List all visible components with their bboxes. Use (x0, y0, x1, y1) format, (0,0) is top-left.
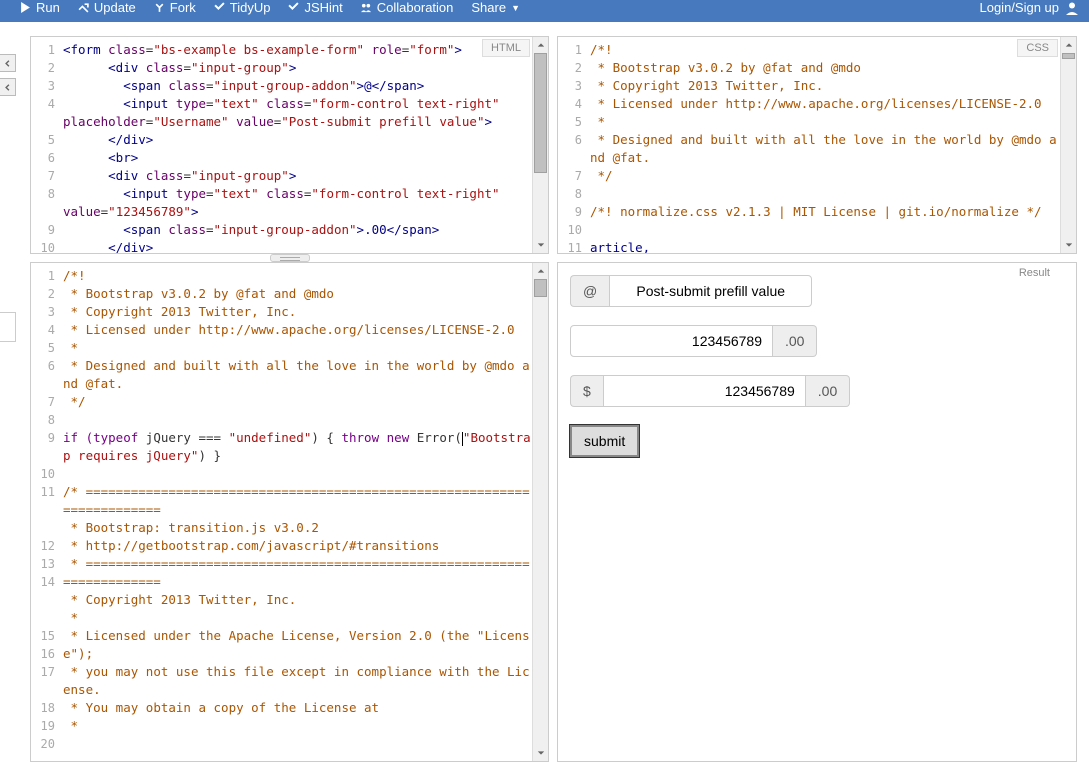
amount-input-1[interactable] (570, 325, 773, 357)
cents-addon-2: .00 (806, 375, 850, 407)
chevron-down-icon: ▼ (511, 3, 520, 13)
cents-addon: .00 (773, 325, 817, 357)
collaboration-button[interactable]: Collaboration (361, 0, 454, 15)
scrollbar[interactable] (532, 263, 548, 761)
input-group-1: @ (570, 275, 788, 307)
scroll-down-icon[interactable] (533, 237, 548, 253)
scroll-thumb[interactable] (1062, 53, 1075, 59)
amount-input-2[interactable] (603, 375, 806, 407)
input-group-3: $ .00 (570, 375, 822, 407)
js-code[interactable]: /*! * Bootstrap v3.0.2 by @fat and @mdo … (63, 267, 532, 761)
topbar: Run Update Fork TidyUp JSHint Collaborat… (0, 0, 1089, 22)
scroll-up-icon[interactable] (533, 37, 548, 53)
at-addon: @ (570, 275, 609, 307)
scroll-thumb[interactable] (534, 279, 547, 297)
html-code[interactable]: <form class="bs-example bs-example-form"… (63, 41, 532, 253)
input-group-2: .00 (570, 325, 795, 357)
jshint-button[interactable]: JSHint (288, 0, 342, 15)
workspace: HTML 12345678910 <form class="bs-example… (0, 22, 1089, 762)
user-icon (1065, 1, 1079, 15)
scroll-thumb[interactable] (534, 53, 547, 173)
result-panel: Result @ .00 $ .00 submit (557, 262, 1077, 762)
scroll-down-icon[interactable] (1061, 237, 1076, 253)
html-gutter: 12345678910 (31, 37, 61, 253)
share-button[interactable]: Share▼ (471, 0, 520, 15)
result-panel-label: Result (1011, 265, 1058, 281)
css-code[interactable]: /*! * Bootstrap v3.0.2 by @fat and @mdo … (590, 41, 1060, 253)
username-input[interactable] (609, 275, 812, 307)
splitter-handle[interactable] (270, 254, 310, 262)
update-button[interactable]: Update (78, 0, 136, 15)
tidyup-button[interactable]: TidyUp (214, 0, 271, 15)
css-panel-label: CSS (1017, 39, 1058, 57)
css-panel: CSS 1234567891011 /*! * Bootstrap v3.0.2… (557, 36, 1077, 254)
scroll-down-icon[interactable] (533, 745, 548, 761)
scroll-up-icon[interactable] (1061, 37, 1076, 53)
topbar-left: Run Update Fork TidyUp JSHint Collaborat… (20, 0, 520, 15)
html-panel-label: HTML (482, 39, 530, 57)
scrollbar[interactable] (532, 37, 548, 253)
login-button[interactable]: Login/Sign up (979, 0, 1079, 15)
result-content: @ .00 $ .00 submit (558, 263, 1076, 469)
html-panel: HTML 12345678910 <form class="bs-example… (30, 36, 549, 254)
scroll-up-icon[interactable] (533, 263, 548, 279)
fork-button[interactable]: Fork (154, 0, 196, 15)
dollar-addon: $ (570, 375, 603, 407)
submit-button[interactable]: submit (570, 425, 639, 457)
js-panel: 1234567891011121314151617181920 /*! * Bo… (30, 262, 549, 762)
scrollbar[interactable] (1060, 37, 1076, 253)
js-gutter: 1234567891011121314151617181920 (31, 263, 61, 761)
css-gutter: 1234567891011 (558, 37, 588, 253)
